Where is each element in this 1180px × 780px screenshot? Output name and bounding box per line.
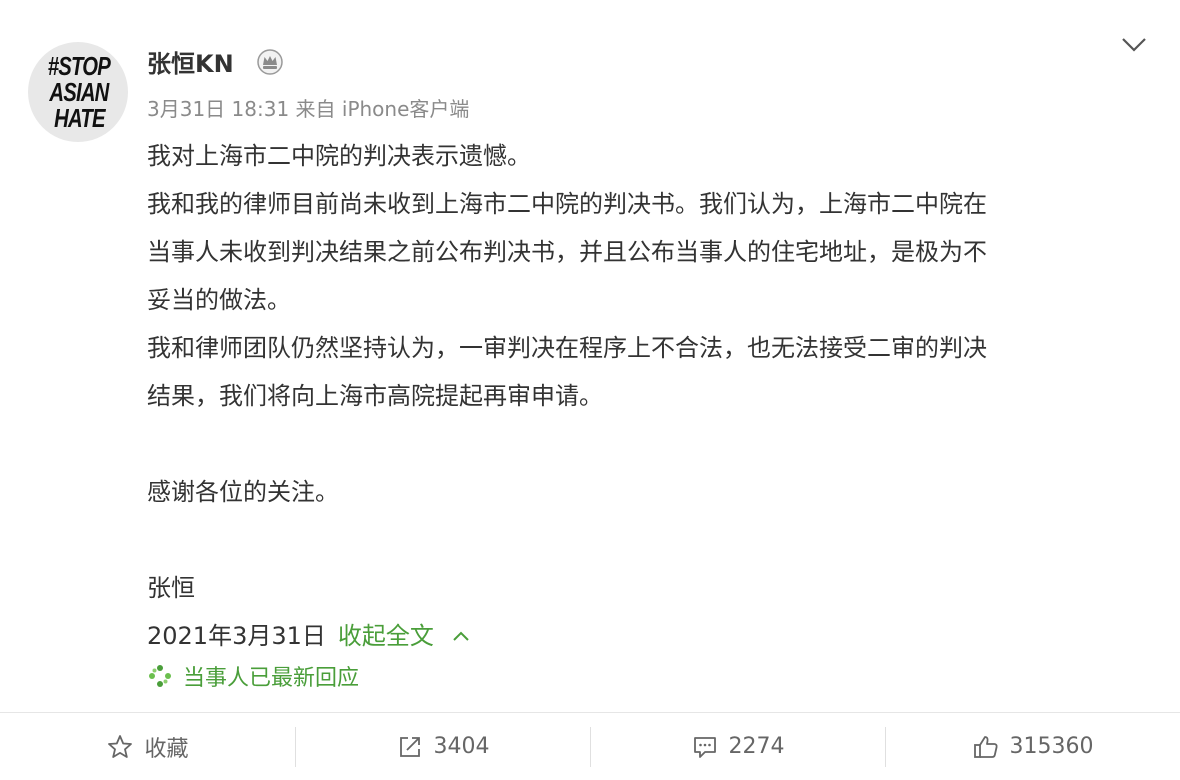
comment-icon xyxy=(693,736,716,758)
avatar[interactable]: #STOP ASIAN HATE xyxy=(28,42,128,142)
post-line: 我对上海市二中院的判决表示遗憾。 xyxy=(147,142,531,170)
share-icon xyxy=(399,736,420,757)
post-thanks: 感谢各位的关注。 xyxy=(147,478,339,506)
post-line: 当事人未收到判决结果之前公布判决书，并且公布当事人的住宅地址，是极为不 xyxy=(147,238,987,266)
avatar-line-2: ASIAN xyxy=(49,77,109,107)
star-icon xyxy=(108,734,133,758)
favorite-label: 收藏 xyxy=(144,736,189,762)
chevron-down-icon[interactable] xyxy=(1120,36,1148,54)
chevron-up-icon xyxy=(453,631,469,641)
collapse-full-text-link[interactable]: 收起全文 xyxy=(338,612,470,660)
latest-response-link[interactable]: 当事人已最新回应 xyxy=(147,660,359,692)
post-line: 结果，我们将向上海市高院提起再审申请。 xyxy=(147,382,603,410)
favorite-button[interactable]: 收藏 xyxy=(0,713,295,780)
avatar-logo: #STOP ASIAN HATE xyxy=(44,48,114,136)
pinwheel-icon xyxy=(149,665,171,687)
like-button[interactable]: 315360 xyxy=(885,713,1180,780)
post-line: 我和律师团队仍然坚持认为，一审判决在程序上不合法，也无法接受二审的判决 xyxy=(147,334,987,362)
comment-count: 2274 xyxy=(728,734,785,759)
repost-button[interactable]: 3404 xyxy=(295,713,590,780)
thumbs-up-icon xyxy=(973,735,998,758)
author-name[interactable]: 张恒KN xyxy=(147,44,234,79)
post-signature: 张恒 xyxy=(147,574,195,602)
avatar-line-3: HATE xyxy=(53,103,105,133)
crown-badge-icon xyxy=(257,49,283,75)
action-bar: 收藏 3404 2274 315360 xyxy=(0,713,1180,780)
post-meta: 3月31日 18:31 来自 iPhone客户端 xyxy=(147,97,470,121)
post-line: 妥当的做法。 xyxy=(147,286,291,314)
like-count: 315360 xyxy=(1009,734,1094,759)
post-date: 2021年3月31日 xyxy=(147,622,326,650)
comment-button[interactable]: 2274 xyxy=(590,713,885,780)
post-body: 我对上海市二中院的判决表示遗憾。 我和我的律师目前尚未收到上海市二中院的判决书。… xyxy=(147,132,1147,660)
avatar-line-1: #STOP xyxy=(47,51,111,81)
response-label: 当事人已最新回应 xyxy=(183,666,360,691)
collapse-label: 收起全文 xyxy=(337,622,434,650)
post-line: 我和我的律师目前尚未收到上海市二中院的判决书。我们认为，上海市二中院在 xyxy=(147,190,987,218)
repost-count: 3404 xyxy=(433,734,490,759)
